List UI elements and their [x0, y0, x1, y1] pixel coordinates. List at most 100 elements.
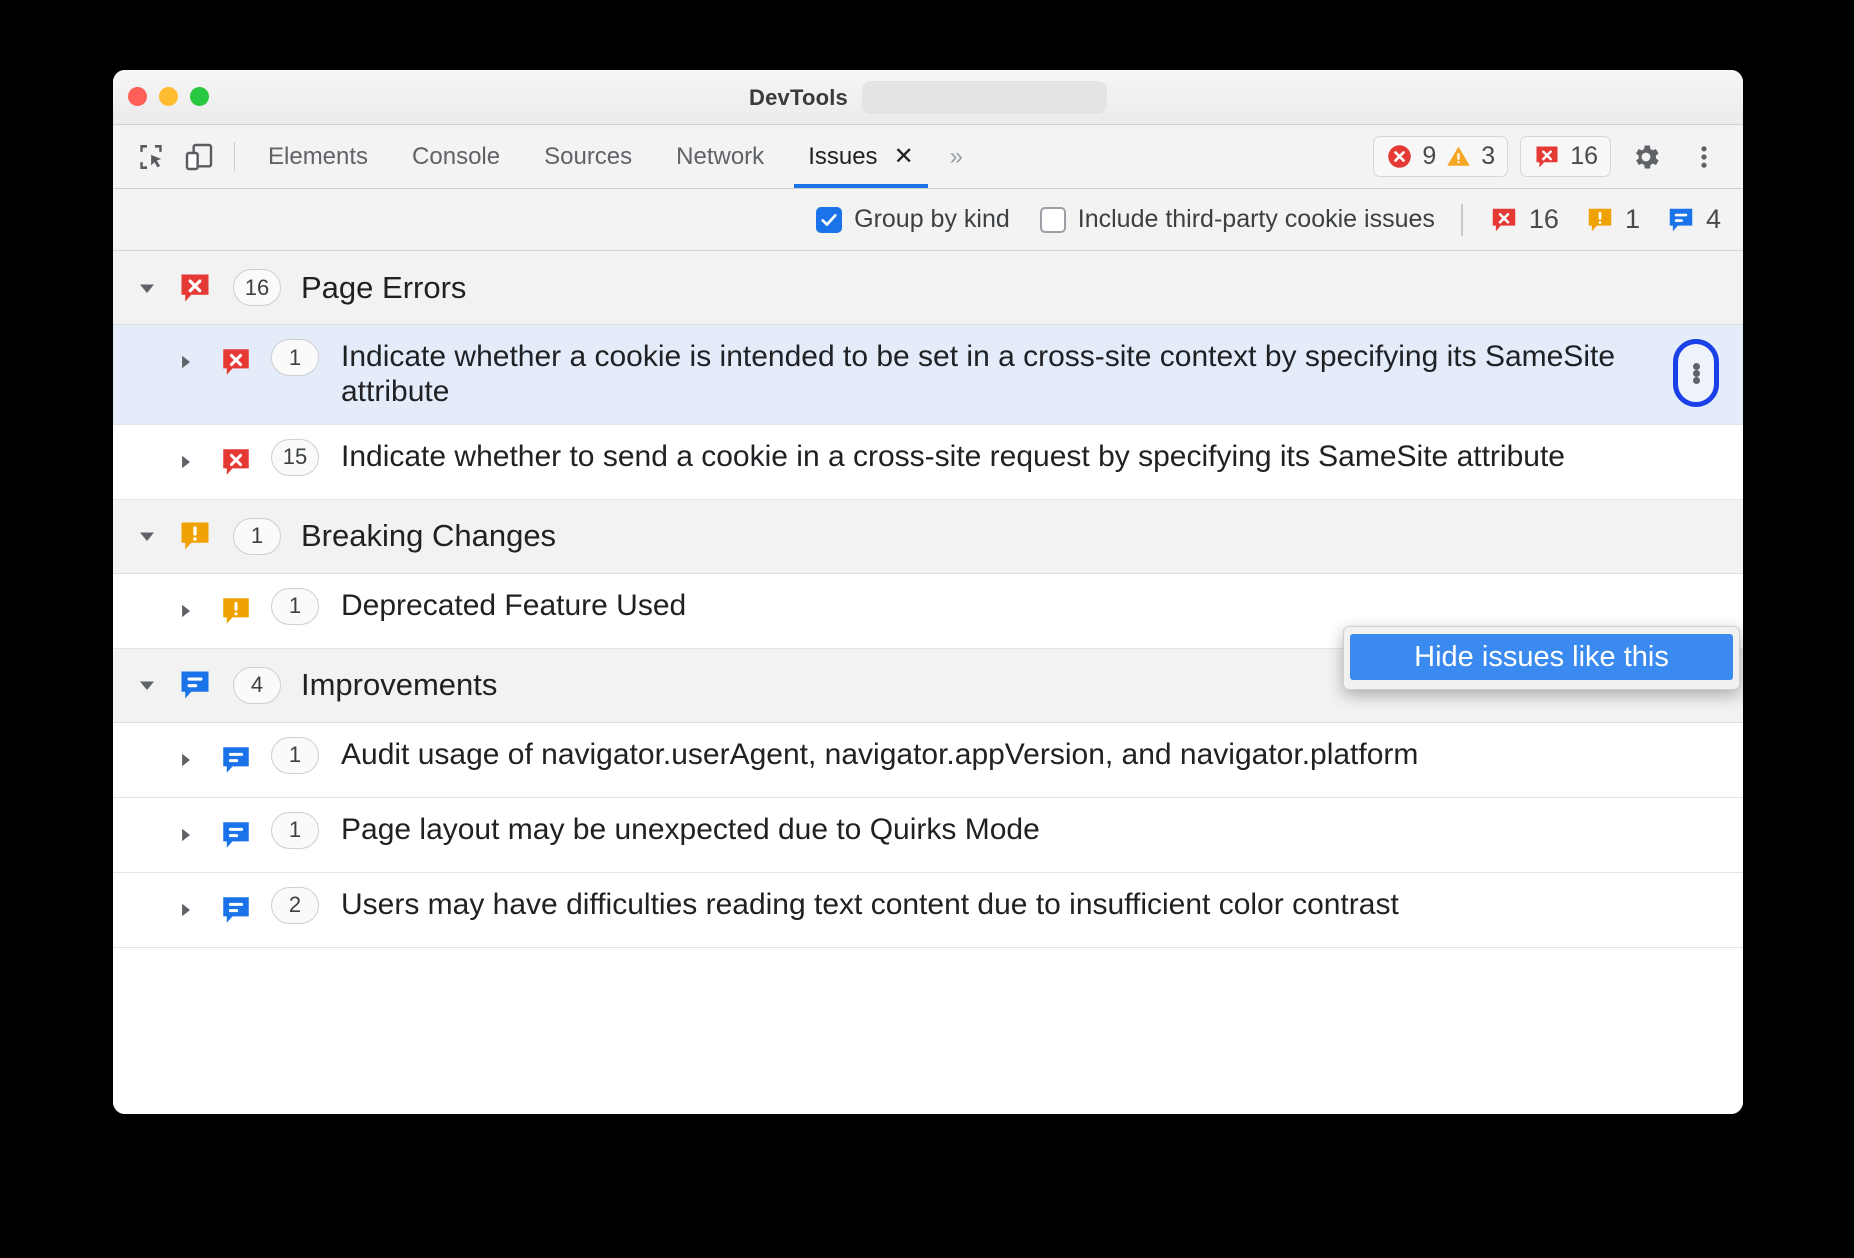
group-by-kind-checkbox[interactable]: Group by kind	[816, 205, 1010, 234]
chevron-down-icon[interactable]	[135, 265, 161, 311]
error-circle-icon	[1386, 143, 1413, 170]
issue-row-samesite-send[interactable]: 15 Indicate whether to send a cookie in …	[113, 425, 1743, 500]
group-title: Page Errors	[301, 270, 466, 306]
issue-row-samesite-set[interactable]: 1 Indicate whether a cookie is intended …	[113, 325, 1743, 425]
devtools-tabbar: Elements Console Sources Network Issues …	[113, 125, 1743, 189]
device-toolbar-icon	[183, 141, 215, 173]
issue-error-bubble-icon	[1489, 205, 1519, 235]
error-count: 9	[1422, 142, 1436, 171]
chevron-right-icon[interactable]	[175, 339, 201, 385]
chevron-right-icon[interactable]	[175, 439, 201, 485]
group-title: Improvements	[301, 667, 497, 703]
chevron-down-icon[interactable]	[135, 513, 161, 559]
checkbox-unchecked-icon	[1040, 207, 1066, 233]
inspect-element-button[interactable]	[127, 125, 175, 188]
chevron-right-icon[interactable]	[175, 812, 201, 858]
group-count-badge: 4	[233, 667, 281, 704]
chevron-right-icon[interactable]	[175, 887, 201, 933]
checkbox-checked-icon	[816, 207, 842, 233]
issue-warning-bubble-icon	[219, 588, 253, 634]
kind-count-errors: 16	[1489, 204, 1559, 235]
screenshot-root: DevTools	[0, 0, 1854, 1258]
issue-title: Page layout may be unexpected due to Qui…	[341, 812, 1130, 847]
issue-error-bubble-icon	[219, 439, 253, 485]
window-title: DevTools	[749, 85, 848, 111]
group-header-page-errors[interactable]: 16 Page Errors	[113, 251, 1743, 325]
context-menu: Hide issues like this	[1343, 626, 1740, 690]
kind-count-errors-value: 16	[1529, 204, 1559, 235]
kind-count-improvements-value: 4	[1706, 204, 1721, 235]
issue-row-navigator-audit[interactable]: 1 Audit usage of navigator.userAgent, na…	[113, 723, 1743, 798]
include-third-party-label: Include third-party cookie issues	[1078, 205, 1435, 234]
chevron-down-icon[interactable]	[135, 662, 161, 708]
inspect-element-icon	[135, 141, 167, 173]
chevron-right-icon[interactable]	[175, 737, 201, 783]
issues-list: 16 Page Errors 1 Indicate wh	[113, 251, 1743, 1114]
tab-network[interactable]: Network	[654, 125, 786, 188]
close-icon[interactable]: ✕	[894, 145, 914, 169]
warning-triangle-icon	[1445, 143, 1472, 170]
issue-more-button[interactable]	[1673, 339, 1719, 407]
group-by-kind-label: Group by kind	[854, 205, 1010, 234]
tab-issues-label: Issues	[808, 143, 877, 171]
issue-info-bubble-icon	[177, 662, 213, 708]
title-area: DevTools	[113, 70, 1743, 125]
issue-info-bubble-icon	[219, 812, 253, 858]
title-pill	[862, 81, 1107, 114]
issue-info-bubble-icon	[1666, 205, 1696, 235]
issue-info-bubble-icon	[219, 887, 253, 933]
toolbar-divider	[234, 142, 235, 171]
issue-row-quirks-mode[interactable]: 1 Page layout may be unexpected due to Q…	[113, 798, 1743, 873]
kind-count-improvements: 4	[1666, 204, 1721, 235]
tab-console[interactable]: Console	[390, 125, 522, 188]
window-titlebar: DevTools	[113, 70, 1743, 125]
issue-count-badge: 15	[271, 439, 319, 476]
issue-kebab-holder	[1673, 339, 1719, 407]
more-vertical-icon	[1693, 363, 1700, 384]
tab-network-label: Network	[676, 143, 764, 171]
context-menu-item-hide-issues[interactable]: Hide issues like this	[1350, 634, 1733, 680]
gear-icon	[1630, 141, 1662, 173]
issue-info-bubble-icon	[219, 737, 253, 783]
filter-divider	[1461, 204, 1463, 236]
device-toolbar-button[interactable]	[175, 125, 223, 188]
issue-count-badge: 1	[271, 588, 319, 625]
issue-row-color-contrast[interactable]: 2 Users may have difficulties reading te…	[113, 873, 1743, 948]
group-title: Breaking Changes	[301, 518, 556, 554]
kind-count-warnings-value: 1	[1625, 204, 1640, 235]
issues-counter[interactable]: 16	[1520, 136, 1611, 177]
issue-count-badge: 2	[271, 887, 319, 924]
console-counters[interactable]: 9 3	[1373, 136, 1508, 177]
tab-list: Elements Console Sources Network Issues …	[246, 125, 974, 188]
issues-filter-bar: Group by kind Include third-party cookie…	[113, 189, 1743, 251]
tab-sources[interactable]: Sources	[522, 125, 654, 188]
chevron-right-icon[interactable]	[175, 588, 201, 634]
issue-title: Deprecated Feature Used	[341, 588, 776, 623]
more-vertical-icon	[1690, 142, 1718, 172]
issue-error-bubble-icon	[219, 339, 253, 385]
issue-warning-bubble-icon	[177, 513, 213, 559]
settings-button[interactable]	[1623, 134, 1669, 180]
issue-title: Users may have difficulties reading text…	[341, 887, 1489, 922]
tab-elements-label: Elements	[268, 143, 368, 171]
include-third-party-checkbox[interactable]: Include third-party cookie issues	[1040, 205, 1435, 234]
chevron-double-right-icon: »	[950, 143, 960, 171]
issue-error-bubble-icon	[1533, 143, 1561, 171]
tab-elements[interactable]: Elements	[246, 125, 390, 188]
issue-title: Audit usage of navigator.userAgent, navi…	[341, 737, 1508, 772]
group-header-breaking-changes[interactable]: 1 Breaking Changes	[113, 500, 1743, 574]
tab-issues[interactable]: Issues ✕	[786, 125, 935, 188]
group-count-badge: 16	[233, 269, 281, 306]
tabbar-right-group: 9 3	[1373, 125, 1743, 188]
tab-console-label: Console	[412, 143, 500, 171]
kind-count-warnings: 1	[1585, 204, 1640, 235]
tab-sources-label: Sources	[544, 143, 632, 171]
warning-count: 3	[1481, 142, 1495, 171]
issues-count: 16	[1570, 142, 1598, 171]
issue-error-bubble-icon	[177, 265, 213, 311]
more-tabs-button[interactable]: »	[936, 125, 974, 188]
devtools-more-button[interactable]	[1681, 134, 1727, 180]
group-count-badge: 1	[233, 518, 281, 555]
issue-title: Indicate whether a cookie is intended to…	[341, 339, 1743, 410]
issue-count-badge: 1	[271, 737, 319, 774]
